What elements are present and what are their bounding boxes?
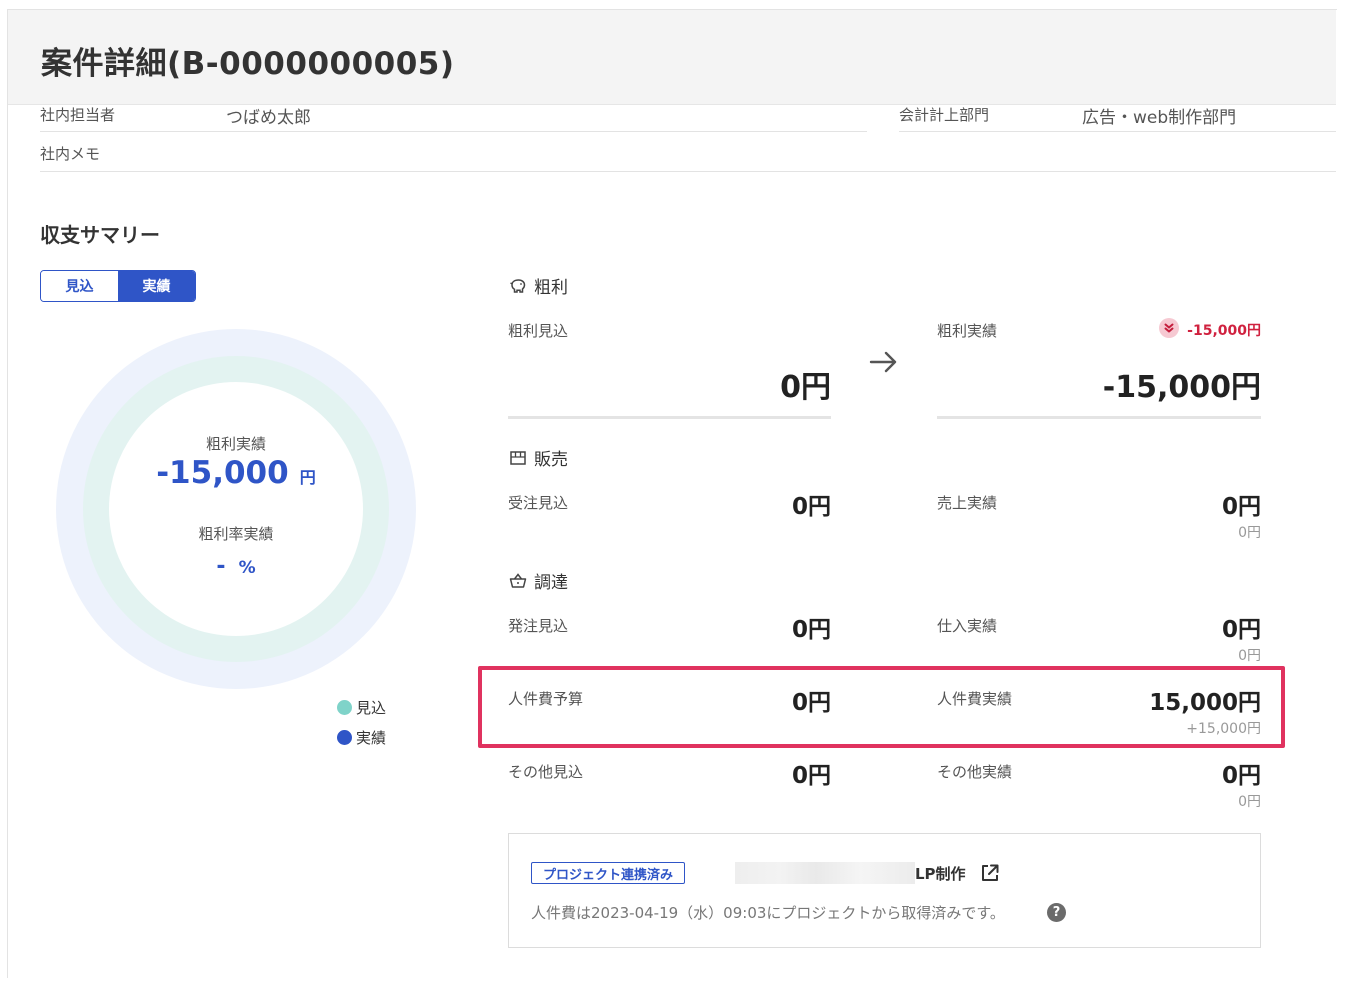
donut-rate-value: - (216, 554, 226, 579)
dept-label: 会計計上部門 (899, 106, 990, 124)
project-name[interactable]: LP制作 (915, 863, 966, 884)
toggle-actual-option[interactable]: 実績 (118, 271, 195, 301)
donut-rate-label: 粗利率実績 (198, 525, 274, 543)
gross-profit-actual-underline (937, 416, 1261, 419)
donut-hole (109, 382, 363, 636)
basket-icon (509, 572, 527, 588)
purchase-actual-diff: 0円 (1238, 648, 1261, 664)
other-actual-label: その他実績 (937, 763, 1013, 781)
other-forecast-value: 0円 (791, 763, 831, 789)
legend-actual: 実績 (337, 727, 386, 748)
memo-label: 社内メモ (40, 145, 101, 163)
labor-cost-highlight-box (478, 666, 1285, 748)
staff-value: つばめ太郎 (226, 108, 311, 128)
labor-cost-sync-note: 人件費は2023-04-19（水）09:03にプロジェクトから取得済みです。 (531, 904, 1005, 922)
page-title: 案件詳細(B-0000000005) (41, 46, 455, 82)
procurement-title: 調達 (534, 573, 568, 593)
gross-profit-actual-value: -15,000円 (1102, 370, 1261, 405)
toggle-forecast-option[interactable]: 見込 (41, 271, 118, 301)
procurement-heading: 調達 (508, 568, 568, 593)
gross-profit-actual-label: 粗利実績 (937, 322, 998, 340)
project-linked-badge: プロジェクト連携済み (531, 862, 686, 884)
summary-title: 収支サマリー (40, 223, 160, 247)
arrow-right-icon (869, 351, 897, 373)
sales-title: 販売 (534, 450, 568, 470)
gross-profit-heading: 粗利 (508, 273, 568, 298)
purchase-order-forecast-label: 発注見込 (508, 617, 569, 635)
shop-icon (510, 450, 526, 465)
purchase-order-forecast-value: 0円 (791, 617, 831, 643)
legend-actual-swatch (337, 730, 352, 745)
purchase-actual-value: 0円 (1221, 617, 1261, 643)
staff-label: 社内担当者 (40, 106, 116, 124)
gross-profit-diff: -15,000円 (1187, 323, 1261, 339)
chevron-double-down-icon (1159, 318, 1179, 338)
donut-rate-figure: - % (56, 554, 416, 579)
external-link-icon[interactable] (979, 862, 1001, 884)
other-forecast-label: その他見込 (508, 763, 584, 781)
donut-profit-figure: -15,000 円 (56, 455, 416, 491)
donut-profit-value: -15,000 (156, 455, 289, 491)
redacted-project-client (735, 862, 915, 884)
legend-forecast-label: 見込 (356, 699, 387, 717)
forecast-actual-toggle[interactable]: 見込 実績 (40, 270, 196, 302)
sales-heading: 販売 (508, 445, 568, 470)
piggy-bank-icon (510, 278, 526, 293)
order-forecast-value: 0円 (791, 494, 831, 520)
order-forecast-label: 受注見込 (508, 494, 569, 512)
sales-actual-label: 売上実績 (937, 494, 998, 512)
divider (40, 131, 867, 132)
sales-actual-value: 0円 (1221, 494, 1261, 520)
gross-profit-title: 粗利 (534, 278, 568, 298)
legend-forecast-swatch (337, 700, 352, 715)
gross-profit-forecast-label: 粗利見込 (508, 322, 569, 340)
help-icon[interactable]: ? (1047, 903, 1066, 922)
dept-value: 広告・web制作部門 (1082, 108, 1237, 128)
gross-profit-forecast-value: 0円 (780, 370, 831, 405)
profit-donut-chart (56, 329, 416, 689)
legend-forecast: 見込 (337, 697, 386, 718)
divider (40, 171, 1336, 172)
other-actual-value: 0円 (1221, 763, 1261, 789)
divider (899, 131, 1336, 132)
donut-profit-label: 粗利実績 (205, 435, 266, 453)
gross-profit-forecast-underline (508, 416, 831, 419)
legend-actual-label: 実績 (356, 729, 387, 747)
donut-profit-unit: 円 (299, 468, 316, 487)
project-link-panel: プロジェクト連携済み LP制作 人件費は2023-04-19（水）09:03にプ… (508, 833, 1261, 948)
sales-actual-diff: 0円 (1238, 525, 1261, 541)
purchase-actual-label: 仕入実績 (937, 617, 998, 635)
page-header: 案件詳細(B-0000000005) (8, 10, 1336, 105)
frame-left-border (7, 10, 8, 978)
donut-rate-unit: % (238, 558, 256, 578)
other-actual-diff: 0円 (1238, 794, 1261, 810)
